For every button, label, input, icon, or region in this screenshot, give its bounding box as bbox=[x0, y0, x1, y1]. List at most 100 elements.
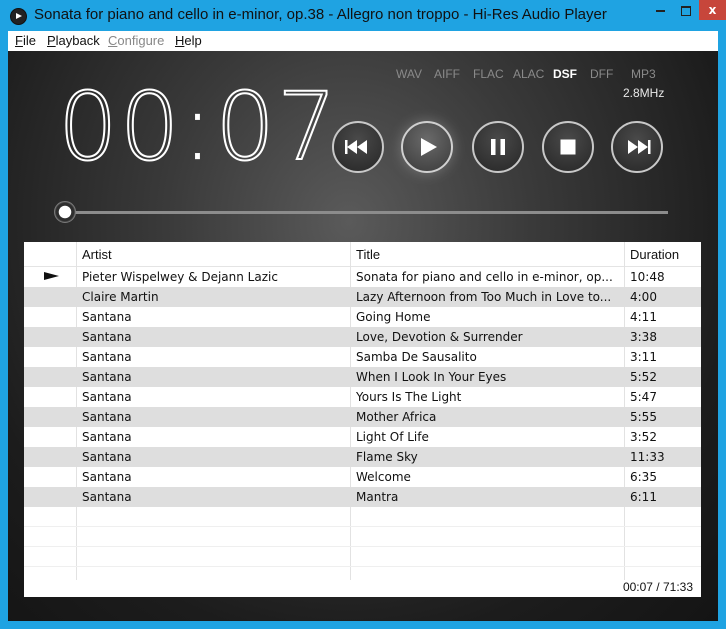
pause-icon bbox=[491, 139, 505, 155]
track-duration: 5:47 bbox=[630, 390, 657, 404]
now-playing-icon bbox=[44, 272, 59, 280]
track-duration: 5:52 bbox=[630, 370, 657, 384]
format-dsf: DSF bbox=[553, 67, 577, 81]
seek-bar[interactable] bbox=[64, 211, 668, 214]
time-seconds: 07 bbox=[214, 73, 339, 182]
playlist-table: Artist Title Duration Pieter Wispelwey &… bbox=[24, 242, 701, 597]
track-title: Love, Devotion & Surrender bbox=[356, 330, 523, 344]
table-row[interactable]: Santana Yours Is The Light 5:47 bbox=[24, 387, 701, 407]
format-dff: DFF bbox=[590, 67, 614, 81]
menu-mnemonic: P bbox=[47, 33, 56, 48]
playlist-header: Artist Title Duration bbox=[24, 242, 701, 267]
track-artist: Santana bbox=[82, 470, 132, 484]
skip-back-icon bbox=[345, 140, 367, 154]
maximize-button[interactable] bbox=[673, 0, 699, 20]
menu-file[interactable]: File bbox=[15, 33, 36, 48]
track-title: Going Home bbox=[356, 310, 431, 324]
format-aiff: AIFF bbox=[434, 67, 460, 81]
track-title: Samba De Sausalito bbox=[356, 350, 477, 364]
table-row[interactable]: Santana When I Look In Your Eyes 5:52 bbox=[24, 367, 701, 387]
track-artist: Santana bbox=[82, 350, 132, 364]
track-artist: Santana bbox=[82, 450, 132, 464]
track-artist: Pieter Wispelwey & Dejann Lazic bbox=[82, 270, 278, 284]
track-artist: Santana bbox=[82, 330, 132, 344]
pause-button[interactable] bbox=[472, 121, 524, 173]
menu-playback[interactable]: Playback bbox=[47, 33, 100, 48]
track-duration: 10:48 bbox=[630, 270, 665, 284]
track-duration: 4:11 bbox=[630, 310, 657, 324]
menu-configure[interactable]: Configure bbox=[108, 33, 164, 48]
track-artist: Santana bbox=[82, 310, 132, 324]
app-window: Sonata for piano and cello in e-minor, o… bbox=[0, 0, 726, 629]
table-row[interactable]: Santana Mantra 6:11 bbox=[24, 487, 701, 507]
window-title: Sonata for piano and cello in e-minor, o… bbox=[34, 6, 607, 23]
track-title: Lazy Afternoon from Too Much in Love to.… bbox=[356, 290, 612, 304]
play-icon bbox=[421, 138, 437, 156]
track-artist: Santana bbox=[82, 490, 132, 504]
empty-row bbox=[24, 527, 701, 547]
table-row[interactable]: Santana Love, Devotion & Surrender 3:38 bbox=[24, 327, 701, 347]
track-title: Yours Is The Light bbox=[356, 390, 462, 404]
seek-thumb[interactable] bbox=[53, 201, 76, 223]
title-bar[interactable]: Sonata for piano and cello in e-minor, o… bbox=[0, 0, 726, 31]
menu-help[interactable]: Help bbox=[175, 33, 202, 48]
column-header-duration[interactable]: Duration bbox=[630, 247, 679, 262]
track-artist: Santana bbox=[82, 410, 132, 424]
track-artist: Claire Martin bbox=[82, 290, 159, 304]
player-panel: WAV AIFF FLAC ALAC DSF DFF MP3 2.8MHz 00:07 Ar… bbox=[8, 51, 718, 621]
track-title: When I Look In Your Eyes bbox=[356, 370, 507, 384]
table-row[interactable]: Santana Flame Sky 11:33 bbox=[24, 447, 701, 467]
menu-bar: File Playback Configure Help bbox=[8, 31, 718, 51]
menu-label: layback bbox=[55, 33, 100, 48]
previous-button[interactable] bbox=[332, 121, 384, 173]
track-title: Mother Africa bbox=[356, 410, 437, 424]
empty-row bbox=[24, 547, 701, 567]
track-duration: 3:11 bbox=[630, 350, 657, 364]
format-alac: ALAC bbox=[513, 67, 545, 81]
stop-button[interactable] bbox=[542, 121, 594, 173]
track-title: Flame Sky bbox=[356, 450, 418, 464]
menu-label: ile bbox=[22, 33, 36, 48]
track-title: Sonata for piano and cello in e-minor, o… bbox=[356, 270, 613, 284]
track-title: Welcome bbox=[356, 470, 411, 484]
menu-label: onfigure bbox=[117, 33, 165, 48]
minimize-icon bbox=[655, 9, 665, 12]
menu-mnemonic: C bbox=[108, 33, 118, 48]
track-title: Light Of Life bbox=[356, 430, 429, 444]
track-duration: 6:35 bbox=[630, 470, 657, 484]
track-duration: 4:00 bbox=[630, 290, 657, 304]
stop-icon bbox=[560, 139, 576, 155]
empty-row bbox=[24, 507, 701, 527]
table-row[interactable]: Santana Samba De Sausalito 3:11 bbox=[24, 347, 701, 367]
table-row[interactable]: Santana Welcome 6:35 bbox=[24, 467, 701, 487]
column-header-title[interactable]: Title bbox=[356, 247, 380, 262]
sample-rate: 2.8MHz bbox=[623, 86, 665, 100]
track-artist: Santana bbox=[82, 430, 132, 444]
maximize-icon bbox=[681, 5, 691, 16]
skip-forward-icon bbox=[628, 140, 651, 154]
column-header-artist[interactable]: Artist bbox=[82, 247, 112, 262]
track-duration: 3:52 bbox=[630, 430, 657, 444]
client-area: File Playback Configure Help WAV AIFF FLAC ALA… bbox=[8, 31, 718, 621]
track-artist: Santana bbox=[82, 390, 132, 404]
track-duration: 5:55 bbox=[630, 410, 657, 424]
total-time-status: 00:07 / 71:33 bbox=[622, 580, 693, 594]
table-row[interactable]: Santana Light Of Life 3:52 bbox=[24, 427, 701, 447]
close-icon: x bbox=[708, 3, 717, 17]
menu-mnemonic: H bbox=[175, 33, 185, 48]
track-artist: Santana bbox=[82, 370, 132, 384]
minimize-button[interactable] bbox=[647, 0, 673, 20]
elapsed-time-display: 00:07 bbox=[57, 80, 339, 176]
track-duration: 11:33 bbox=[630, 450, 665, 464]
close-button[interactable]: x bbox=[699, 0, 726, 20]
play-button[interactable] bbox=[401, 121, 453, 173]
app-logo-icon[interactable] bbox=[10, 8, 27, 25]
table-row[interactable]: Claire Martin Lazy Afternoon from Too Muc… bbox=[24, 287, 701, 307]
table-row[interactable]: Santana Going Home 4:11 bbox=[24, 307, 701, 327]
table-row[interactable]: Santana Mother Africa 5:55 bbox=[24, 407, 701, 427]
format-mp3: MP3 bbox=[631, 67, 656, 81]
format-wav: WAV bbox=[396, 67, 422, 81]
next-button[interactable] bbox=[611, 121, 663, 173]
table-row[interactable]: Pieter Wispelwey & Dejann Lazic Sonata fo… bbox=[24, 267, 701, 287]
track-duration: 6:11 bbox=[630, 490, 657, 504]
